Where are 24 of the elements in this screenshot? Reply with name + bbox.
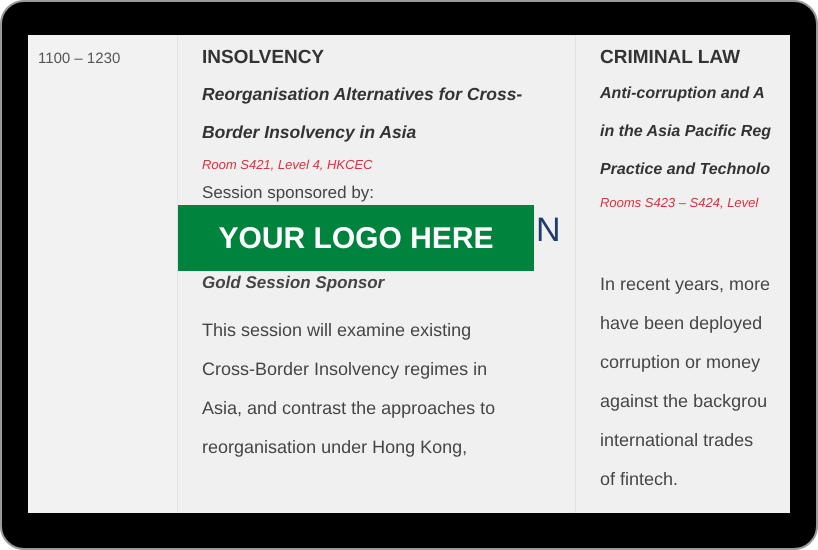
session-title-line: Anti-corruption and A [600, 84, 766, 104]
description-line: reorganisation under Hong Kong, [202, 436, 468, 459]
session-title-line: Practice and Technolo [600, 160, 772, 180]
description-line: of fintech. [600, 468, 680, 491]
description-line: This session will examine existing [202, 319, 472, 342]
description-line: In recent years, more [600, 273, 772, 296]
description-line: have been deployed [600, 312, 764, 335]
session-venue: Room S421, Level 4, HKCEC [202, 156, 374, 174]
session-category: INSOLVENCY [202, 46, 326, 70]
session-category: CRIMINAL LAW [600, 46, 742, 70]
sponsor-logo-fragment: N [536, 211, 561, 249]
description-line: Cross-Border Insolvency regimes in [202, 358, 488, 381]
sponsor-tier-label: Gold Session Sponsor [202, 272, 386, 294]
description-line: Asia, and contrast the approaches to [202, 397, 496, 420]
time-slot: 1100 – 1230 [38, 48, 177, 70]
session-venue: Rooms S423 – S424, Level [600, 194, 760, 212]
description-line: corruption or money [600, 351, 762, 374]
logo-badge: YOUR LOGO HERE [178, 205, 534, 271]
sponsor-label: Session sponsored by: [202, 182, 375, 204]
session-title-line: Border Insolvency in Asia [202, 121, 418, 144]
description-line: against the backgrou [600, 390, 768, 413]
session-title-line: Reorganisation Alternatives for Cross- [202, 83, 524, 106]
session-title-line: in the Asia Pacific Reg [600, 122, 772, 142]
description-line: international trades [600, 429, 754, 452]
